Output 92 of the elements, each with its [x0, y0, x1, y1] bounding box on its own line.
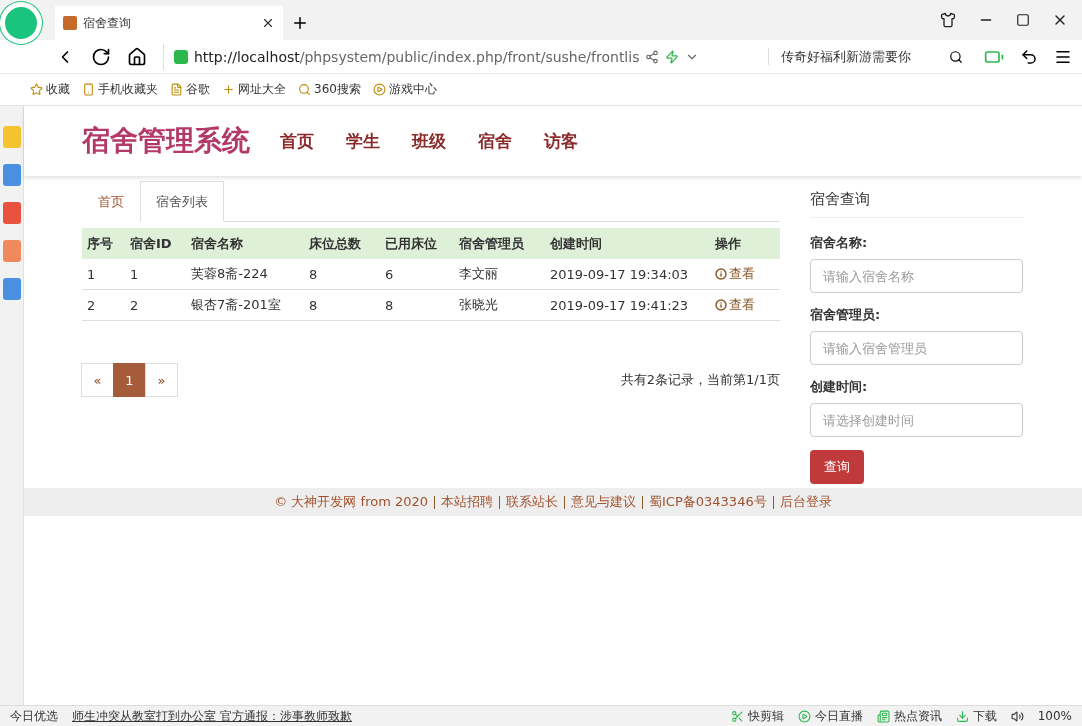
footer-link[interactable]: © 大神开发网 from 2020 [274, 493, 429, 511]
page-button[interactable]: » [145, 363, 178, 397]
status-item[interactable]: 热点资讯 [876, 707, 942, 725]
news-link[interactable]: 师生冲突从教室打到办公室 官方通报：涉事教师致歉 [72, 707, 717, 725]
home-icon[interactable] [127, 46, 147, 67]
volume-icon[interactable] [1010, 709, 1024, 723]
bookmark-icon [372, 83, 386, 96]
column-header: 宿舍名称 [191, 234, 244, 253]
status-item[interactable]: 今日直播 [797, 707, 863, 725]
search-icon[interactable] [949, 49, 963, 64]
browser-tab[interactable]: 宿舍查询 [55, 6, 283, 40]
column-header: 已用床位 [385, 234, 438, 253]
sidebar-app-icon[interactable] [2, 278, 21, 300]
column-header: 创建时间 [550, 234, 603, 253]
status-item-icon [797, 709, 811, 723]
lightning-icon[interactable] [665, 49, 680, 64]
column-header: 床位总数 [309, 234, 362, 253]
field-label: 宿舍管理员: [810, 306, 882, 324]
reload-icon[interactable] [91, 46, 111, 67]
bookmark-link[interactable]: 谷歌 [170, 81, 210, 98]
view-link[interactable]: 查看 [715, 296, 785, 314]
skin-icon[interactable] [940, 12, 956, 28]
table-cell-text: 8 [309, 297, 319, 313]
bookmark-icon [170, 83, 183, 96]
site-logo: 宿舍管理系统 [82, 123, 250, 159]
undo-icon[interactable] [1020, 47, 1038, 66]
status-item[interactable]: 下载 [955, 707, 997, 725]
status-item-icon [955, 709, 969, 723]
input-field[interactable]: 请输入宿舍名称 [810, 259, 1023, 293]
page-button[interactable]: « [81, 363, 114, 397]
nav-link[interactable]: 访客 [544, 129, 578, 153]
info-icon [715, 299, 727, 311]
address-field[interactable]: http://localhost/phpsystem/public/index.php/front/sushe/frontlis [194, 48, 640, 65]
footer-link[interactable]: 蜀ICP备0343346号 [649, 493, 767, 511]
bookmark-icon [30, 83, 43, 96]
table-cell-text: 8 [309, 266, 319, 282]
column-header: 序号 [87, 234, 114, 253]
status-text[interactable]: 今日优选 [10, 707, 58, 725]
bookmark-icon [82, 83, 95, 96]
panel-title: 宿舍查询 [810, 182, 1023, 218]
input-field[interactable]: 请选择创建时间 [810, 403, 1023, 437]
table-cell-text: 2019-09-17 19:34:03 [550, 266, 690, 282]
query-button[interactable]: 查询 [810, 450, 864, 484]
site-icon [63, 16, 77, 30]
bookmark-link[interactable]: 收藏 [30, 81, 70, 98]
bookmark-link[interactable]: 手机收藏夹 [82, 81, 158, 98]
maximize-icon[interactable] [1016, 13, 1030, 27]
page-tab[interactable]: 宿舍列表 [140, 181, 224, 222]
close-icon[interactable] [261, 16, 275, 30]
status-item[interactable]: 快剪辑 [730, 707, 784, 725]
bookmark-link[interactable]: 网址大全 [222, 81, 286, 98]
status-item-icon [876, 709, 890, 723]
zoom-level[interactable]: 100% [1037, 709, 1072, 723]
table-cell-text: 2 [87, 297, 97, 313]
bookmark-icon [298, 83, 311, 96]
status-item-icon [730, 709, 744, 723]
column-header: 操作 [715, 234, 742, 253]
table-cell-text: 6 [385, 266, 395, 282]
footer-link[interactable]: 本站招聘 [441, 493, 494, 511]
field-label: 创建时间: [810, 378, 869, 396]
footer-link[interactable]: 联系站长 [506, 493, 559, 511]
share-icon[interactable] [645, 49, 660, 64]
sidebar-app-icon[interactable] [2, 164, 21, 186]
table-cell-text: 1 [130, 266, 140, 282]
new-tab-icon[interactable] [291, 14, 309, 32]
bookmark-icon [222, 83, 235, 96]
table-cell-text: 2 [130, 297, 140, 313]
nav-link[interactable]: 学生 [346, 129, 380, 153]
table-cell-text: 李文丽 [459, 265, 499, 283]
info-icon [715, 268, 727, 280]
table-cell-text: 1 [87, 266, 97, 282]
input-field[interactable]: 请输入宿舍管理员 [810, 331, 1023, 365]
nav-link[interactable]: 首页 [280, 129, 314, 153]
footer-link[interactable]: 意见与建议 [571, 493, 637, 511]
view-link[interactable]: 查看 [715, 265, 785, 283]
sidebar-app-icon[interactable] [2, 202, 21, 224]
footer-link[interactable]: 后台登录 [779, 493, 832, 511]
table-cell-text: 2019-09-17 19:41:23 [550, 297, 690, 313]
nav-link[interactable]: 班级 [412, 129, 446, 153]
tab-title: 宿舍查询 [83, 14, 132, 32]
bookmark-link[interactable]: 360搜索 [298, 81, 361, 98]
field-label: 宿舍名称: [810, 234, 869, 252]
table-cell-text: 芙蓉8斋-224 [191, 265, 269, 283]
column-header: 宿舍管理员 [459, 234, 525, 253]
table-cell-text: 8 [385, 297, 395, 313]
record-summary: 共有2条记录，当前第1/1页 [620, 371, 780, 389]
column-header: 宿舍ID [130, 234, 173, 253]
page-button[interactable]: 1 [113, 363, 146, 397]
table-cell-text: 银杏7斋-201室 [191, 296, 282, 314]
bookmark-link[interactable]: 游戏中心 [372, 81, 437, 98]
nav-link[interactable]: 宿舍 [478, 129, 512, 153]
table-cell-text: 张晓光 [459, 296, 499, 314]
